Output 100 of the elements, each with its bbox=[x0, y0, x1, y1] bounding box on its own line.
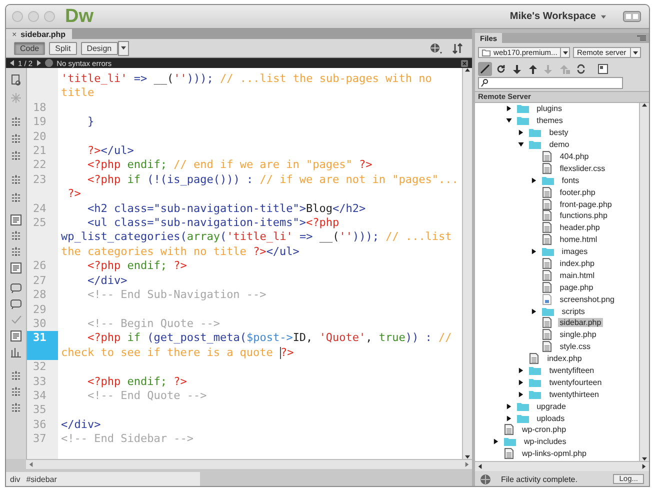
line-number: 25 bbox=[32, 216, 48, 230]
file-tree-item[interactable]: demo bbox=[547, 140, 572, 150]
file-tree-item[interactable]: 404.php bbox=[558, 152, 591, 161]
file-tree-item[interactable]: plugins bbox=[534, 104, 564, 114]
file-tree-item[interactable]: wp-includes bbox=[522, 437, 568, 446]
file-tree-item[interactable]: flexslider.css bbox=[558, 164, 608, 173]
line-number: 28 bbox=[32, 288, 48, 302]
file-tree-item[interactable]: themes bbox=[534, 116, 565, 126]
file-tree-item[interactable]: style.css bbox=[558, 342, 592, 352]
next-icon[interactable] bbox=[36, 60, 41, 66]
tag-selector-item[interactable]: div bbox=[10, 474, 20, 484]
info-icon bbox=[44, 59, 53, 67]
code-line: <?php endif; ?> bbox=[86, 259, 187, 274]
code-line: ?></ul> bbox=[86, 144, 134, 158]
scroll-right-icon[interactable] bbox=[642, 464, 646, 469]
folder-icon bbox=[542, 306, 554, 316]
code-line: ?> bbox=[66, 187, 81, 202]
scroll-left-icon[interactable] bbox=[478, 464, 482, 469]
file-icon bbox=[542, 151, 552, 162]
code-line: <?php if (get_post_meta($post->ID, 'Quote', true)) : // bbox=[86, 331, 452, 346]
horizontal-scrollbar[interactable] bbox=[475, 461, 649, 471]
line-number: 27 bbox=[32, 274, 48, 288]
file-icon bbox=[542, 234, 552, 246]
view-button[interactable]: Design bbox=[80, 42, 118, 54]
file-tree-item[interactable]: functions.php bbox=[558, 211, 610, 220]
line-number: 18 bbox=[32, 100, 48, 116]
code-line: } bbox=[86, 115, 94, 130]
comment-icon[interactable] bbox=[10, 282, 22, 294]
line-number: 32 bbox=[32, 360, 48, 375]
file-icon bbox=[542, 198, 552, 210]
line-number: 36 bbox=[32, 418, 48, 432]
sort-arrows-icon[interactable] bbox=[452, 42, 464, 54]
line-number: 34 bbox=[32, 388, 48, 404]
file-icon bbox=[542, 210, 552, 222]
code-line: </div> bbox=[61, 418, 101, 432]
line-number: 22 bbox=[32, 158, 48, 173]
status-message: File activity complete. bbox=[501, 474, 578, 484]
file-tree-item[interactable]: home.html bbox=[558, 235, 600, 244]
file-tree-item[interactable]: screenshot.png bbox=[558, 294, 616, 304]
code-line: <!-- End Sidebar --> bbox=[61, 432, 194, 447]
folder-icon bbox=[482, 48, 491, 56]
switch-icon[interactable] bbox=[623, 11, 641, 22]
file-tree-item[interactable]: footer.php bbox=[558, 188, 598, 197]
file-tree-item[interactable]: index.php bbox=[545, 354, 584, 364]
line-number: 31 bbox=[27, 331, 58, 346]
caret-icon[interactable] bbox=[120, 46, 126, 50]
collapse-arrow-icon[interactable] bbox=[516, 141, 526, 148]
document-tab[interactable]: × sidebar.php bbox=[6, 29, 72, 39]
file-tree-item[interactable]: wp-cron.php bbox=[520, 425, 568, 434]
menu-icon[interactable] bbox=[637, 35, 646, 41]
vertical-scrollbar[interactable] bbox=[462, 68, 472, 459]
view-button[interactable]: Code bbox=[14, 42, 46, 54]
folder-icon bbox=[516, 414, 529, 423]
expand-panel-icon[interactable] bbox=[596, 62, 610, 76]
file-tree-item[interactable]: besty bbox=[547, 128, 570, 138]
file-icon bbox=[542, 329, 552, 340]
file-tree-item[interactable]: uploads bbox=[534, 414, 567, 423]
file-tree-item[interactable]: twentyfourteen bbox=[547, 378, 604, 387]
collapse-arrow-icon[interactable] bbox=[504, 117, 514, 124]
folder-icon bbox=[529, 378, 542, 387]
file-tree-item[interactable]: twentythirteen bbox=[547, 390, 601, 399]
caret-icon[interactable] bbox=[562, 50, 568, 54]
chart-icon[interactable] bbox=[10, 346, 22, 358]
file-tree-item[interactable]: upgrade bbox=[534, 402, 568, 411]
file-tree-item[interactable]: main.html bbox=[558, 270, 596, 280]
file-tree-item[interactable]: header.php bbox=[558, 223, 602, 232]
code-line: <!-- End Quote --> bbox=[86, 388, 207, 404]
file-tree-item[interactable]: single.php bbox=[558, 330, 598, 340]
file-icon bbox=[504, 424, 514, 436]
file-tree-item[interactable]: index.php bbox=[558, 259, 596, 268]
check-icon[interactable] bbox=[10, 314, 22, 326]
vertical-scrollbar[interactable] bbox=[639, 103, 649, 461]
caret-icon[interactable] bbox=[633, 50, 638, 54]
file-tree-item[interactable]: images bbox=[560, 247, 590, 256]
tag-selector-item[interactable]: #sidebar bbox=[26, 474, 57, 484]
previous-icon[interactable] bbox=[10, 60, 14, 66]
file-icon bbox=[542, 258, 552, 270]
file-tree-item[interactable]: twentyfifteen bbox=[547, 366, 596, 376]
view-button[interactable]: Split bbox=[49, 42, 77, 54]
folder-icon bbox=[516, 402, 529, 411]
close-icon[interactable] bbox=[461, 60, 468, 66]
file-icon bbox=[542, 341, 552, 352]
file-tree-item[interactable]: page.php bbox=[558, 282, 596, 292]
list-icon[interactable] bbox=[10, 214, 22, 226]
document-icon[interactable] bbox=[10, 74, 22, 86]
file-tree-item[interactable]: scripts bbox=[560, 306, 587, 316]
file-tree-item[interactable]: fonts bbox=[560, 176, 582, 185]
line-number: 37 bbox=[32, 432, 48, 447]
globe-icon[interactable] bbox=[430, 42, 442, 54]
file-tree-item[interactable]: sidebar.php bbox=[558, 318, 604, 328]
code-line: <ul class="sub-navigation-items"><?php bbox=[86, 216, 340, 230]
search-field[interactable] bbox=[478, 77, 623, 89]
file-tree-item[interactable]: front-page.php bbox=[558, 200, 614, 209]
file-tree-item[interactable]: wp-links-opml.php bbox=[520, 449, 588, 458]
connect-icon[interactable] bbox=[478, 62, 492, 76]
code-line: <?php endif; ?> bbox=[86, 374, 187, 389]
folder-icon bbox=[529, 366, 542, 376]
code-line: the categories with no title ?></ul> bbox=[61, 244, 300, 260]
workspace-switcher[interactable]: Mike's Workspace bbox=[510, 11, 596, 22]
folder-icon bbox=[529, 390, 542, 399]
